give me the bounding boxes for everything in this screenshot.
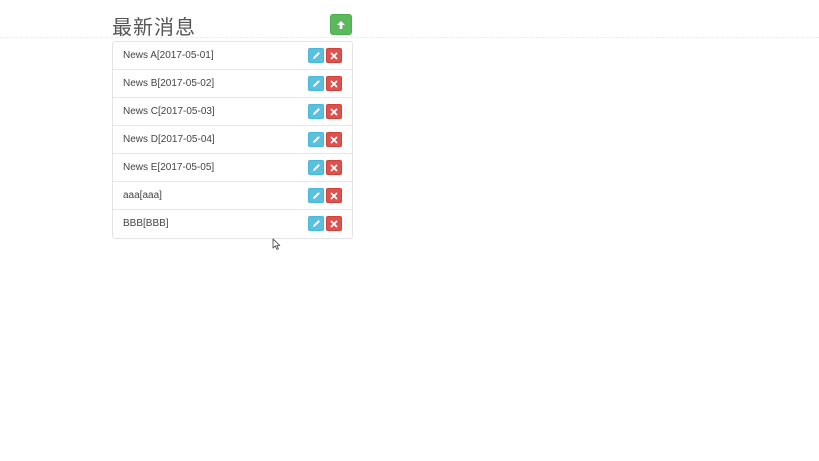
close-icon	[330, 164, 338, 171]
delete-button[interactable]	[326, 160, 342, 175]
delete-button[interactable]	[326, 216, 342, 231]
delete-button[interactable]	[326, 188, 342, 203]
delete-button[interactable]	[326, 48, 342, 63]
news-item-label: News A[2017-05-01]	[123, 50, 214, 61]
list-item: News A[2017-05-01]	[113, 42, 352, 70]
news-item-label: News E[2017-05-05]	[123, 162, 215, 173]
list-item: News D[2017-05-04]	[113, 126, 352, 154]
close-icon	[330, 108, 338, 115]
news-item-label: aaa[aaa]	[123, 190, 162, 201]
delete-button[interactable]	[326, 132, 342, 147]
news-item-label: News C[2017-05-03]	[123, 106, 215, 117]
edit-button[interactable]	[308, 48, 324, 63]
close-icon	[330, 220, 338, 227]
edit-button[interactable]	[308, 216, 324, 231]
add-news-button[interactable]	[330, 14, 352, 35]
list-item: BBB[BBB]	[113, 210, 352, 238]
delete-button[interactable]	[326, 104, 342, 119]
pencil-icon	[312, 164, 320, 171]
news-list: News A[2017-05-01] News B[2017-05-02] Ne…	[112, 41, 353, 239]
delete-button[interactable]	[326, 76, 342, 91]
pencil-icon	[312, 80, 320, 87]
pencil-icon	[312, 192, 320, 199]
list-item: News C[2017-05-03]	[113, 98, 352, 126]
edit-button[interactable]	[308, 104, 324, 119]
edit-button[interactable]	[308, 132, 324, 147]
edit-button[interactable]	[308, 160, 324, 175]
close-icon	[330, 80, 338, 87]
close-icon	[330, 52, 338, 59]
panel-heading: 最新消息	[112, 10, 353, 41]
arrow-up-icon	[337, 20, 345, 29]
news-item-label: News B[2017-05-02]	[123, 78, 215, 89]
page-title: 最新消息	[112, 15, 196, 39]
pencil-icon	[312, 52, 320, 59]
edit-button[interactable]	[308, 76, 324, 91]
list-item: News E[2017-05-05]	[113, 154, 352, 182]
edit-button[interactable]	[308, 188, 324, 203]
pencil-icon	[312, 136, 320, 143]
mouse-pointer-icon	[272, 238, 281, 250]
news-panel: 最新消息 News A[2017-05-01] News B[2017-05-0…	[112, 10, 353, 239]
close-icon	[330, 192, 338, 199]
pencil-icon	[312, 220, 320, 227]
pencil-icon	[312, 108, 320, 115]
news-item-label: BBB[BBB]	[123, 218, 169, 229]
list-item: News B[2017-05-02]	[113, 70, 352, 98]
list-item: aaa[aaa]	[113, 182, 352, 210]
close-icon	[330, 136, 338, 143]
news-item-label: News D[2017-05-04]	[123, 134, 215, 145]
